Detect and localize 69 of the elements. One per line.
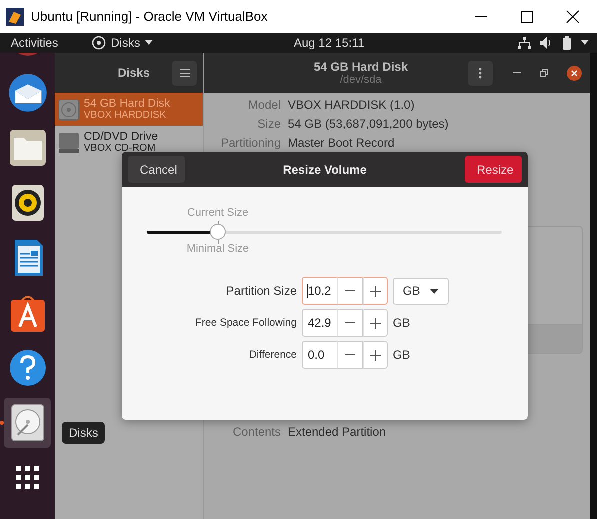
menu-button[interactable] <box>172 60 197 86</box>
maximize-icon[interactable] <box>520 10 534 24</box>
mail-app-icon[interactable] <box>6 72 48 114</box>
slider-label: Minimal Size <box>186 243 250 255</box>
more-button[interactable] <box>468 60 493 86</box>
menu-icon <box>180 68 190 78</box>
drive-name: 54 GB Hard Disk <box>84 98 170 110</box>
unit-dropdown[interactable]: GB <box>393 278 449 304</box>
more-icon <box>479 68 482 78</box>
network-icon[interactable] <box>518 36 531 50</box>
activities-button[interactable]: Activities <box>0 36 81 50</box>
app-menu[interactable]: Disks <box>92 36 154 50</box>
plus-icon <box>370 350 381 360</box>
disk-path: /dev/sda <box>340 74 382 86</box>
dialog-title: Resize Volume <box>283 162 367 176</box>
cancel-button[interactable]: Cancel <box>128 156 185 183</box>
disk-icon <box>92 36 106 50</box>
close-icon[interactable] <box>567 66 582 80</box>
minus-icon <box>344 322 355 324</box>
minus-icon <box>344 354 355 356</box>
folder-icon[interactable] <box>8 128 48 168</box>
disk-title: 54 GB Hard Disk <box>314 60 408 74</box>
field-label: Difference <box>248 349 297 361</box>
increment-button[interactable] <box>362 309 388 337</box>
detail-value: VBOX HARDDISK (1.0) <box>288 97 416 113</box>
sidebar-title: Disks <box>118 66 150 80</box>
minimize-icon[interactable] <box>513 72 521 74</box>
drive-model: VBOX CD-ROM <box>84 142 157 154</box>
number-field[interactable]: 0.0 <box>302 341 337 369</box>
caret-icon[interactable] <box>581 40 589 46</box>
window-title: Ubuntu [Running] - Oracle VM VirtualBox <box>31 9 269 24</box>
drive-item[interactable]: CD/DVD Drive VBOX CD-ROM <box>55 126 203 159</box>
increment-button[interactable] <box>362 341 388 369</box>
drive-name: CD/DVD Drive <box>84 130 158 142</box>
detail-label: Model <box>247 97 281 113</box>
resize-button[interactable]: Resize <box>465 156 522 183</box>
number-field[interactable]: 10.2 <box>302 277 337 305</box>
field-label: Free Space Following <box>194 317 297 329</box>
app-grid-icon[interactable] <box>16 466 40 490</box>
slider-handle[interactable] <box>210 224 226 240</box>
plus-icon <box>370 286 381 296</box>
clock[interactable]: Aug 12 15:11 <box>294 36 365 50</box>
battery-icon[interactable] <box>562 36 572 50</box>
detail-label: Size <box>256 116 281 132</box>
drive-model: VBOX HARDDISK <box>84 110 168 122</box>
help-icon[interactable] <box>8 348 48 388</box>
close-icon[interactable] <box>566 10 580 24</box>
field-label: Partition Size <box>225 284 297 298</box>
volume-icon[interactable] <box>540 37 553 49</box>
slider-label: Current Size <box>187 207 249 219</box>
detail-value: Extended Partition <box>288 424 388 440</box>
number-field[interactable]: 42.9 <box>302 309 337 337</box>
size-slider[interactable] <box>147 221 502 244</box>
minus-icon <box>344 290 355 292</box>
drive-icon <box>58 132 80 154</box>
detail-value: Master Boot Record <box>288 135 396 151</box>
caret-icon <box>145 40 154 46</box>
plus-icon <box>370 318 381 328</box>
detail-value: 54 GB (53,687,091,200 bytes) <box>288 116 450 132</box>
detail-label: Contents <box>232 424 281 440</box>
restore-icon[interactable] <box>540 69 548 77</box>
unit-label: GB <box>393 316 410 330</box>
running-dot <box>0 421 4 425</box>
cube-icon <box>5 6 25 26</box>
unit-label: GB <box>393 348 410 362</box>
dock-tooltip: Disks <box>62 422 106 444</box>
increment-button[interactable] <box>362 277 388 305</box>
detail-label: Partitioning <box>220 135 281 151</box>
caret-icon <box>430 288 439 294</box>
